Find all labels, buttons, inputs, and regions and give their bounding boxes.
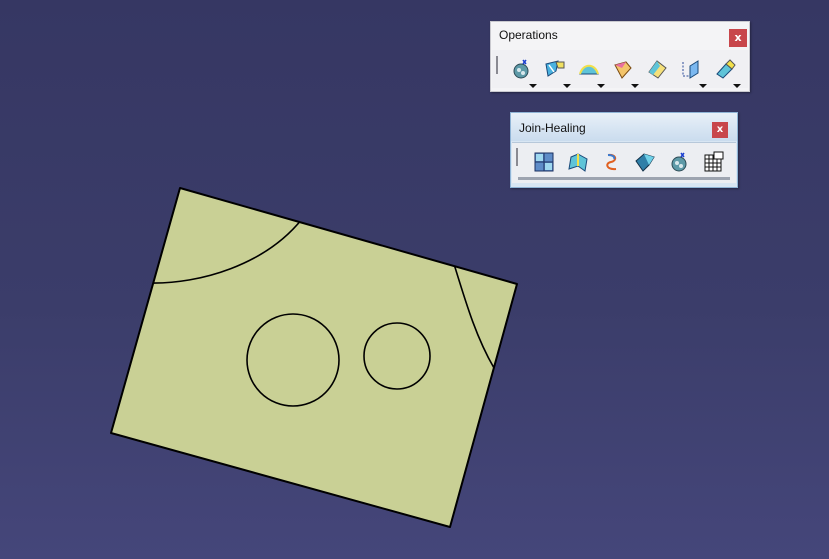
part-plate[interactable] [110, 187, 518, 528]
shape-fillet-icon [648, 60, 667, 79]
grid-table-button[interactable] [699, 148, 725, 174]
disassemble-button[interactable] [665, 148, 691, 174]
healing-button[interactable] [564, 148, 590, 174]
curve-smooth-button[interactable] [598, 148, 624, 174]
translate-button[interactable] [677, 55, 703, 81]
toolbar-title: Join-Healing [519, 121, 586, 135]
split-icon [545, 60, 565, 77]
split-button[interactable] [541, 55, 567, 81]
toolbar-grip[interactable] [516, 148, 518, 166]
curve-smooth-icon [606, 153, 617, 171]
chevron-down-icon[interactable] [529, 84, 537, 88]
chevron-down-icon[interactable] [563, 84, 571, 88]
close-button[interactable]: x [729, 29, 747, 47]
extract-button[interactable] [609, 55, 635, 81]
toolbar-grip[interactable] [496, 56, 498, 74]
extrapolate-icon [716, 59, 736, 79]
join-surfaces-button[interactable] [530, 148, 556, 174]
chevron-down-icon[interactable] [699, 84, 707, 88]
join-icon [513, 59, 529, 79]
chevron-down-icon[interactable] [631, 84, 639, 88]
join-healing-toolbar[interactable]: Join-Healing x [510, 112, 738, 188]
join-healing-button-row [512, 142, 736, 183]
toolbar-shelf [518, 177, 730, 180]
close-button[interactable]: x [712, 122, 728, 138]
translate-icon [682, 60, 699, 79]
join-button[interactable] [507, 55, 533, 81]
operations-toolbar[interactable]: Operations x [490, 21, 750, 92]
disassemble-icon [671, 152, 687, 172]
boundary-button[interactable] [575, 55, 601, 81]
toolbar-title: Operations [499, 28, 558, 42]
join-surfaces-icon [534, 152, 554, 172]
join-healing-titlebar[interactable]: Join-Healing x [511, 113, 737, 141]
chevron-down-icon[interactable] [733, 84, 741, 88]
extrapolate-button[interactable] [711, 55, 737, 81]
boundary-icon [579, 64, 599, 75]
operations-button-row [492, 50, 748, 88]
operations-titlebar[interactable]: Operations x [491, 22, 749, 48]
untrim-icon [635, 153, 655, 172]
shape-fillet-button[interactable] [643, 55, 669, 81]
healing-icon [568, 153, 588, 172]
extract-icon [614, 61, 632, 79]
untrim-button[interactable] [631, 148, 657, 174]
chevron-down-icon[interactable] [597, 84, 605, 88]
grid-table-icon [704, 151, 724, 172]
